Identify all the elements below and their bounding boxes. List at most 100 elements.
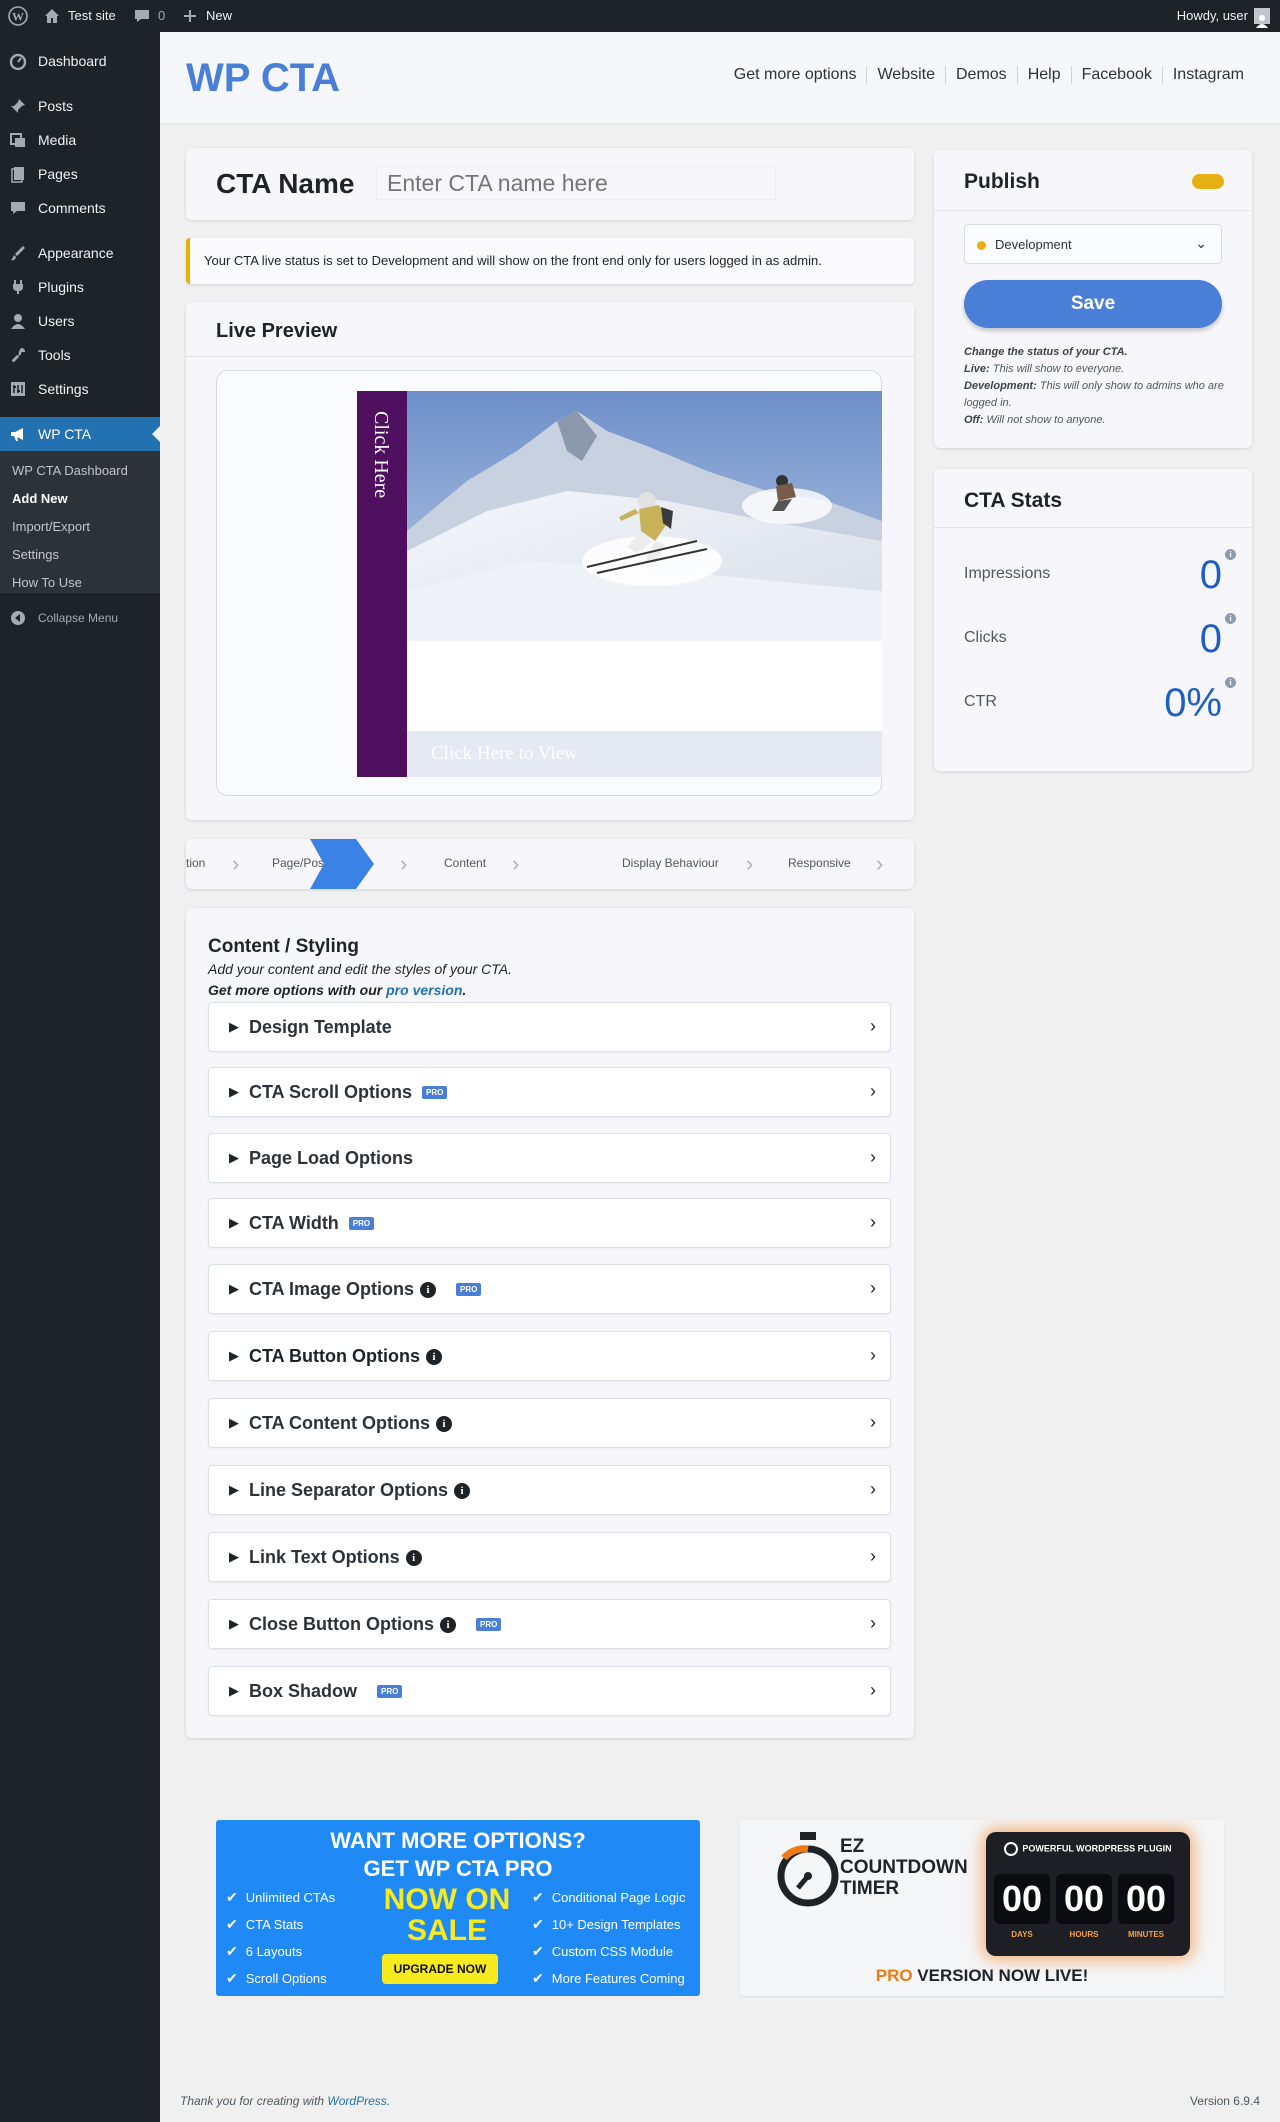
info-icon[interactable]: i — [425, 1348, 442, 1365]
accordion-label: CTA Width PRO — [249, 1213, 375, 1234]
sidebar-item-posts[interactable]: Posts — [0, 89, 160, 123]
status-select[interactable]: Development ⌄ — [964, 224, 1222, 264]
accordion-link-text-options[interactable]: ▶ Link Text Options i › — [208, 1532, 891, 1582]
accordion-box-shadow[interactable]: ▶ Box Shadow PRO › — [208, 1666, 891, 1716]
info-icon[interactable]: i — [454, 1482, 471, 1499]
brand-title: WP CTA — [186, 56, 341, 100]
sidebar-item-media[interactable]: Media — [0, 123, 160, 157]
pro-upgrade-banner[interactable]: WANT MORE OPTIONS? GET WP CTA PRO Unlimi… — [216, 1820, 700, 1996]
pro-version-note: Get more options with our pro version. — [208, 982, 466, 998]
submenu-item-dashboard[interactable]: WP CTA Dashboard — [12, 463, 128, 478]
accordion-title: CTA Content Options — [249, 1413, 430, 1433]
nav-website[interactable]: Website — [866, 66, 945, 84]
collapse-menu-button[interactable]: Collapse Menu — [0, 601, 160, 635]
content-styling-card: Content / Styling Add your content and e… — [186, 908, 914, 1738]
divider — [934, 210, 1252, 211]
info-icon[interactable]: i — [1225, 613, 1236, 624]
caret-right-icon: ▶ — [229, 1683, 239, 1698]
accordion-title: Design Template — [249, 1017, 392, 1037]
info-icon[interactable]: i — [439, 1616, 456, 1633]
cta-name-input[interactable] — [376, 166, 776, 200]
new-content-link[interactable]: New — [180, 0, 232, 32]
step-display-behaviour[interactable]: Display Behaviour — [622, 856, 719, 870]
list-item: CTA Stats — [226, 1911, 335, 1938]
sidebar-item-pages[interactable]: Pages — [0, 157, 160, 191]
comments-link[interactable]: 0 — [132, 0, 165, 32]
sidebar-item-label: Comments — [38, 200, 106, 216]
sidebar-item-dashboard[interactable]: Dashboard — [0, 44, 160, 78]
save-button[interactable]: Save — [964, 280, 1222, 328]
help-off: Will not show to anyone. — [983, 414, 1106, 426]
info-icon[interactable]: i — [1225, 549, 1236, 560]
sidebar-item-tools[interactable]: Tools — [0, 338, 160, 372]
nav-help[interactable]: Help — [1016, 66, 1071, 84]
media-icon — [8, 130, 28, 150]
nav-facebook[interactable]: Facebook — [1070, 66, 1162, 84]
side-tab-text: Click Here — [370, 411, 392, 499]
sidebar-item-settings[interactable]: Settings — [0, 372, 160, 406]
sidebar-item-users[interactable]: Users — [0, 304, 160, 338]
plus-icon — [184, 10, 196, 22]
digit-minutes: 00 — [1118, 1874, 1174, 1924]
accordion-line-separator-options[interactable]: ▶ Line Separator Options i › — [208, 1465, 891, 1515]
live-preview-title: Live Preview — [216, 320, 338, 342]
pin-icon — [8, 96, 28, 116]
timer-digits: 00 00 00 — [994, 1874, 1174, 1924]
sidebar-item-label: Pages — [38, 166, 78, 182]
step-active-indicator[interactable] — [310, 839, 376, 889]
submenu-item-import-export[interactable]: Import/Export — [12, 519, 90, 534]
accordion-page-load-options[interactable]: ▶ Page Load Options › — [208, 1133, 891, 1183]
info-icon[interactable]: i — [1225, 677, 1236, 688]
svg-text:W: W — [12, 10, 24, 24]
sidebar-item-appearance[interactable]: Appearance — [0, 236, 160, 270]
step-content[interactable]: Content — [444, 856, 486, 870]
title-line: COUNTDOWN — [840, 1857, 968, 1878]
caret-right-icon: ▶ — [229, 1150, 239, 1165]
site-name: Test site — [68, 8, 116, 23]
pro-note-suffix: . — [462, 982, 467, 998]
nav-instagram[interactable]: Instagram — [1161, 66, 1254, 84]
info-icon[interactable]: i — [435, 1415, 452, 1432]
submenu-item-how-to-use[interactable]: How To Use — [12, 575, 82, 590]
sidebar-item-wp-cta[interactable]: WP CTA — [0, 417, 160, 451]
submenu-item-add-new[interactable]: Add New — [12, 491, 68, 506]
status-toggle[interactable] — [1192, 174, 1224, 189]
cta-view-button[interactable]: Click Here to View — [407, 731, 882, 777]
step-responsive[interactable]: Responsive — [788, 856, 851, 870]
stat-label-clicks: Clicks — [964, 629, 1007, 646]
chevron-right-icon: › — [870, 1212, 876, 1232]
upgrade-now-button[interactable]: UPGRADE NOW — [382, 1954, 498, 1984]
list-item: 6 Layouts — [226, 1938, 335, 1965]
wordpress-logo-icon[interactable]: W — [8, 0, 28, 32]
nav-get-more-options[interactable]: Get more options — [724, 66, 867, 84]
accordion-cta-image-options[interactable]: ▶ CTA Image Options i PRO › — [208, 1264, 891, 1314]
status-help: Change the status of your CTA. Live: Thi… — [964, 344, 1224, 429]
list-item: More Features Coming — [532, 1965, 685, 1992]
site-name-link[interactable]: Test site — [42, 0, 116, 32]
stats-title: CTA Stats — [964, 489, 1063, 512]
step-location[interactable]: tion — [186, 856, 205, 870]
sidebar-item-comments[interactable]: Comments — [0, 191, 160, 225]
info-icon[interactable]: i — [405, 1549, 422, 1566]
accordion-cta-button-options[interactable]: ▶ CTA Button Options i › — [208, 1331, 891, 1381]
accordion-cta-width[interactable]: ▶ CTA Width PRO › — [208, 1198, 891, 1248]
nav-demos[interactable]: Demos — [945, 66, 1017, 84]
chevron-right-icon: › — [870, 1680, 876, 1700]
accordion-cta-scroll-options[interactable]: ▶ CTA Scroll Options PRO › — [208, 1067, 891, 1117]
info-icon[interactable]: i — [420, 1281, 437, 1298]
pro-version-link[interactable]: pro version — [386, 982, 462, 998]
sidebar-item-plugins[interactable]: Plugins — [0, 270, 160, 304]
wordpress-link[interactable]: WordPress — [327, 2094, 386, 2108]
cta-side-tab[interactable]: Click Here — [357, 391, 407, 777]
accordion-title: CTA Scroll Options — [249, 1082, 413, 1102]
countdown-timer-banner[interactable]: EZ COUNTDOWN TIMER POWERFUL WORDPRESS PL… — [740, 1820, 1224, 1996]
accordion-close-button-options[interactable]: ▶ Close Button Options i PRO › — [208, 1599, 891, 1649]
cta-name-label: CTA Name — [216, 168, 355, 199]
submenu-item-settings[interactable]: Settings — [12, 547, 59, 562]
account-menu[interactable]: Howdy, user — [1177, 0, 1270, 32]
accordion-cta-content-options[interactable]: ▶ CTA Content Options i › — [208, 1398, 891, 1448]
list-item: Custom CSS Module — [532, 1938, 685, 1965]
caret-right-icon: ▶ — [229, 1616, 239, 1631]
timer-brand-title: EZ COUNTDOWN TIMER — [840, 1836, 968, 1899]
accordion-design-template[interactable]: ▶ Design Template › — [208, 1002, 891, 1052]
